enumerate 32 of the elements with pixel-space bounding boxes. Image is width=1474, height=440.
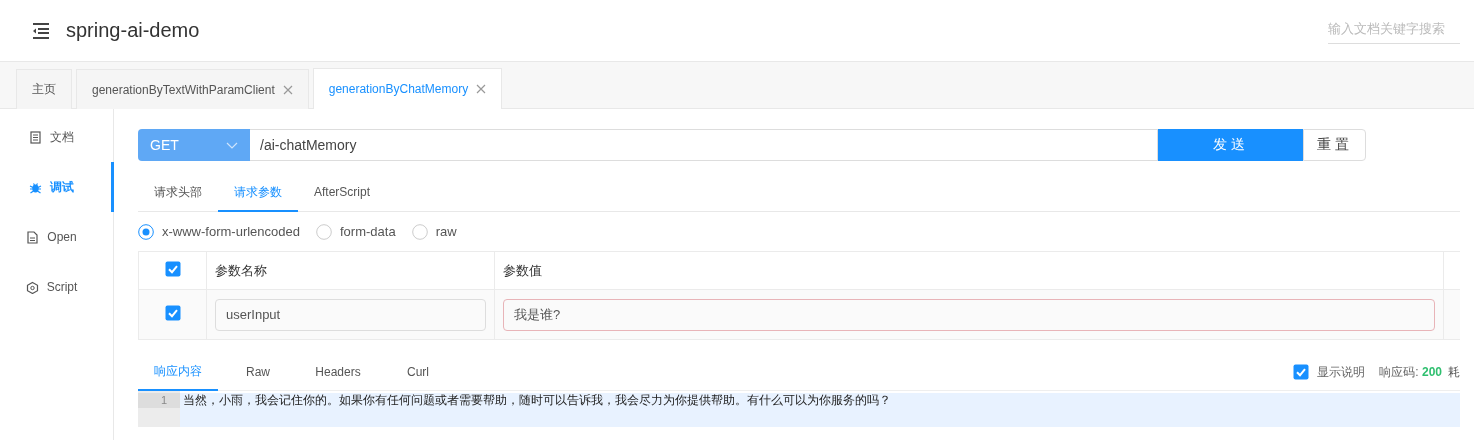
tab[interactable]: AfterScript — [298, 174, 386, 212]
tab[interactable]: 请求头部 — [138, 174, 218, 212]
document-icon — [29, 130, 42, 144]
tab[interactable]: Headers — [298, 354, 378, 391]
tab[interactable]: 主页 — [16, 69, 72, 109]
column-header: 参数名称 — [206, 251, 495, 290]
column-header: 参数值 — [494, 251, 1444, 290]
input-field[interactable]: userInput — [215, 298, 486, 331]
bug-icon — [29, 180, 42, 194]
tab[interactable]: Curl — [378, 354, 458, 391]
menu-icon — [30, 20, 50, 41]
cube-icon — [25, 280, 39, 294]
app-title: spring-ai-demo — [66, 19, 200, 42]
file-icon — [26, 230, 40, 244]
tab[interactable]: generationByTextWithParamClient — [76, 69, 309, 109]
status-code-label: 响应码: 200 — [1379, 363, 1442, 381]
input-field[interactable]: 我是谁? — [503, 298, 1435, 331]
chevron-down-icon — [226, 141, 238, 149]
radio-option[interactable]: raw — [411, 223, 457, 240]
close-icon[interactable] — [476, 84, 487, 94]
radio-option[interactable]: x-www-form-urlencoded — [138, 223, 300, 240]
tab[interactable]: Raw — [218, 354, 298, 391]
close-icon[interactable] — [282, 84, 293, 95]
show-notes-checkbox[interactable]: 显示说明 — [1293, 363, 1366, 381]
url-field[interactable]: /ai-chatMemory — [250, 129, 1158, 161]
reset-button[interactable]: 重置 — [1303, 129, 1366, 161]
sidebar-item[interactable]: 文档 — [0, 112, 114, 162]
line-number: 1 — [138, 393, 180, 408]
sidebar-item[interactable]: Script — [0, 262, 114, 312]
sidebar-item[interactable]: Open — [0, 212, 114, 262]
radio-option[interactable]: form-data — [316, 223, 396, 240]
time-label: 耗 — [1448, 363, 1460, 381]
